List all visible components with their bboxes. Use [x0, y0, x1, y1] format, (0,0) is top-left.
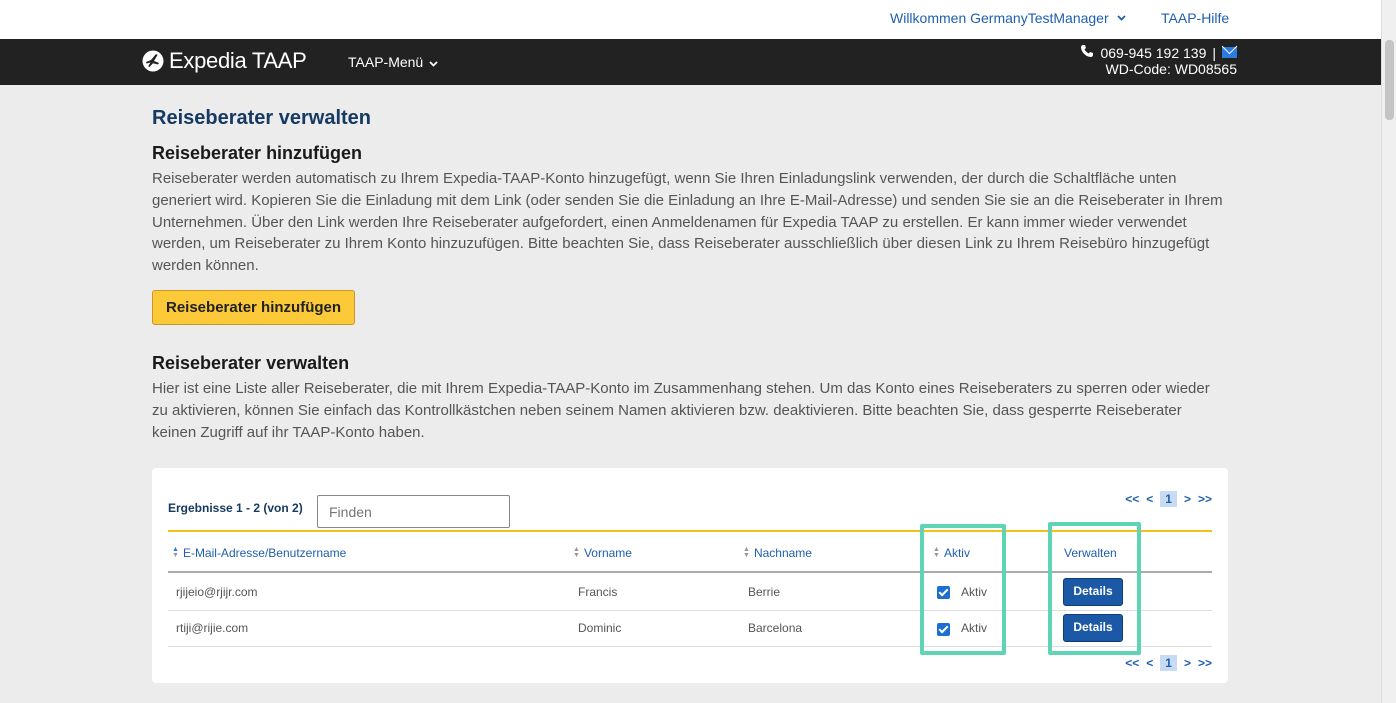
wd-code: WD-Code: WD08565	[1105, 61, 1238, 77]
sort-icon: ▲ ▼	[743, 546, 750, 559]
advisors-table-card: Ergebnisse 1 - 2 (von 2) << < 1 > >> ▲▼ …	[152, 468, 1228, 683]
page-title: Reiseberater verwalten	[152, 107, 372, 129]
pagination-bottom: << < 1 > >>	[1125, 655, 1212, 671]
column-header-email-label: E-Mail-Adresse/Benutzername	[182, 546, 347, 560]
row-first-name: Dominic	[578, 621, 622, 635]
page-next[interactable]: >	[1184, 656, 1191, 670]
active-column-highlight	[920, 524, 1006, 655]
phone-number[interactable]: 069-945 192 139	[1100, 45, 1206, 61]
scrollbar-thumb[interactable]	[1385, 40, 1394, 120]
row-email: rjijeio@rjijr.com	[176, 585, 258, 599]
main-content: Reiseberater verwalten Reiseberater hinz…	[152, 107, 1228, 443]
manage-column-highlight	[1048, 522, 1141, 655]
add-advisor-button[interactable]: Reiseberater hinzufügen	[152, 289, 356, 325]
expedia-logo[interactable]: Expedia TAAP	[142, 48, 307, 74]
welcome-label: Willkommen GermanyTestManager	[890, 10, 1109, 26]
welcome-menu[interactable]: Willkommen GermanyTestManager	[890, 10, 1126, 26]
row-last-name: Berrie	[748, 585, 781, 599]
pagination-top: << < 1 > >>	[1125, 491, 1212, 507]
column-header-email[interactable]: ▲ ▼ E-Mail-Adresse/Benutzername	[172, 546, 346, 560]
mail-icon[interactable]	[1222, 47, 1237, 58]
phone-icon	[1080, 44, 1094, 61]
logo-text: Expedia TAAP	[169, 48, 307, 73]
add-section-heading: Reiseberater hinzufügen	[152, 143, 363, 163]
expedia-logo-icon	[142, 50, 164, 72]
column-header-last-name[interactable]: ▲ ▼ Nachname	[743, 546, 812, 560]
sort-icon: ▲ ▼	[573, 546, 580, 559]
page-prev[interactable]: <	[1146, 492, 1153, 506]
page-first[interactable]: <<	[1125, 656, 1139, 670]
page-first[interactable]: <<	[1125, 492, 1139, 506]
column-header-first-name[interactable]: ▲ ▼ Vorname	[573, 546, 632, 560]
top-bar: Willkommen GermanyTestManager TAAP-Hilfe	[0, 0, 1396, 39]
row-first-name: Francis	[578, 585, 618, 599]
page-last[interactable]: >>	[1198, 656, 1212, 670]
chevron-down-icon	[1116, 13, 1126, 24]
help-link[interactable]: TAAP-Hilfe	[1161, 10, 1229, 26]
page-scrollbar[interactable]	[1381, 0, 1396, 703]
page-current[interactable]: 1	[1160, 655, 1177, 671]
results-count: Ergebnisse 1 - 2 (von 2)	[168, 501, 303, 515]
chevron-down-icon	[429, 54, 438, 70]
manage-section-heading: Reiseberater verwalten	[152, 352, 350, 373]
taap-menu[interactable]: TAAP-Menü	[348, 54, 438, 70]
page-next[interactable]: >	[1184, 492, 1191, 506]
manage-section-text: Hier ist eine Liste aller Reiseberater, …	[152, 379, 1210, 441]
nav-bar: Expedia TAAP TAAP-Menü 069-945 192 139 |…	[0, 39, 1381, 85]
row-last-name: Barcelona	[748, 621, 803, 635]
contact-info: 069-945 192 139 | WD-Code: WD08565	[1080, 44, 1237, 77]
column-header-last-name-label: Nachname	[753, 546, 812, 560]
add-section-text: Reiseberater werden automatisch zu Ihrem…	[152, 170, 1223, 275]
page-current[interactable]: 1	[1160, 491, 1177, 507]
sort-icon: ▲ ▼	[172, 546, 179, 559]
column-header-first-name-label: Vorname	[583, 546, 632, 560]
page-last[interactable]: >>	[1198, 492, 1212, 506]
page-prev[interactable]: <	[1146, 656, 1153, 670]
search-input[interactable]	[317, 495, 510, 528]
taap-menu-label: TAAP-Menü	[348, 54, 424, 70]
row-email: rtiji@rijie.com	[176, 621, 249, 635]
contact-separator: |	[1212, 44, 1216, 61]
